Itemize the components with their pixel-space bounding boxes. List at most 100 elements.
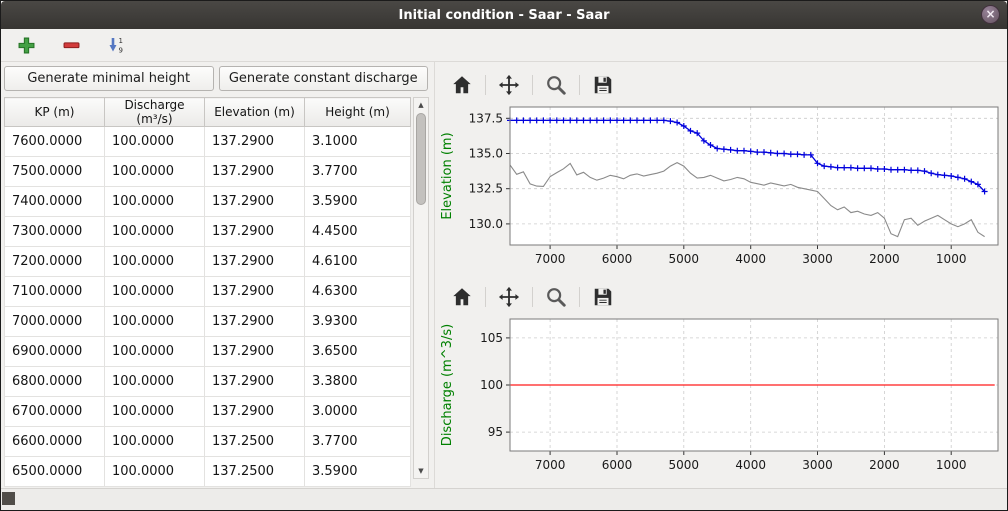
table-cell[interactable]: 4.6100 bbox=[305, 247, 411, 277]
y-tick-label: 105 bbox=[480, 331, 503, 345]
table-cell[interactable]: 100.0000 bbox=[105, 217, 205, 247]
scroll-down-icon[interactable]: ▼ bbox=[414, 464, 428, 478]
table-cell[interactable]: 100.0000 bbox=[105, 367, 205, 397]
table-cell[interactable]: 100.0000 bbox=[105, 337, 205, 367]
y-tick-label: 135.0 bbox=[469, 147, 503, 161]
table-cell[interactable]: 137.2900 bbox=[205, 157, 305, 187]
table-cell[interactable]: 100.0000 bbox=[105, 307, 205, 337]
table-cell[interactable]: 137.2900 bbox=[205, 307, 305, 337]
table-cell[interactable]: 137.2900 bbox=[205, 367, 305, 397]
column-header[interactable]: KP (m) bbox=[5, 98, 105, 127]
table-cell[interactable]: 7300.0000 bbox=[5, 217, 105, 247]
table-cell[interactable]: 137.2900 bbox=[205, 337, 305, 367]
table-cell[interactable]: 3.0000 bbox=[305, 397, 411, 427]
table-cell[interactable]: 3.5900 bbox=[305, 187, 411, 217]
table-cell[interactable]: 3.1000 bbox=[305, 127, 411, 157]
table-cell[interactable]: 7400.0000 bbox=[5, 187, 105, 217]
table-cell[interactable]: 100.0000 bbox=[105, 397, 205, 427]
table-cell[interactable]: 137.2900 bbox=[205, 127, 305, 157]
table-cell[interactable]: 100.0000 bbox=[105, 157, 205, 187]
table-cell[interactable]: 3.7700 bbox=[305, 427, 411, 457]
table-cell[interactable]: 4.4500 bbox=[305, 217, 411, 247]
x-tick-label: 2000 bbox=[869, 458, 900, 472]
add-row-button[interactable] bbox=[14, 33, 38, 57]
discharge-chart[interactable]: 700060005000400030002000100095100105Disc… bbox=[438, 313, 1004, 485]
scrollbar-track[interactable] bbox=[414, 112, 428, 464]
remove-icon bbox=[63, 37, 80, 54]
table-cell[interactable]: 3.3800 bbox=[305, 367, 411, 397]
close-button[interactable]: × bbox=[981, 5, 1000, 24]
table-row[interactable]: 7000.0000100.0000137.29003.9300 bbox=[5, 307, 411, 337]
add-icon bbox=[18, 37, 35, 54]
titlebar[interactable]: Initial condition - Saar - Saar × bbox=[1, 1, 1007, 29]
elevation-zoom-button[interactable] bbox=[540, 72, 572, 98]
table-cell[interactable]: 6700.0000 bbox=[5, 397, 105, 427]
table-cell[interactable]: 7000.0000 bbox=[5, 307, 105, 337]
x-tick-label: 4000 bbox=[735, 252, 766, 266]
table-cell[interactable]: 6900.0000 bbox=[5, 337, 105, 367]
table-cell[interactable]: 7200.0000 bbox=[5, 247, 105, 277]
table-cell[interactable]: 3.7700 bbox=[305, 157, 411, 187]
column-header[interactable]: Elevation (m) bbox=[205, 98, 305, 127]
home-icon bbox=[451, 74, 473, 96]
elevation-pan-button[interactable] bbox=[493, 72, 525, 98]
elevation-chart[interactable]: 7000600050004000300020001000130.0132.513… bbox=[438, 101, 1004, 279]
x-tick-label: 1000 bbox=[936, 252, 967, 266]
table-row[interactable]: 7500.0000100.0000137.29003.7700 bbox=[5, 157, 411, 187]
table-row[interactable]: 6600.0000100.0000137.25003.7700 bbox=[5, 427, 411, 457]
table-cell[interactable]: 3.9300 bbox=[305, 307, 411, 337]
generate-minimal-height-button[interactable]: Generate minimal height bbox=[4, 66, 214, 91]
table-cell[interactable]: 7600.0000 bbox=[5, 127, 105, 157]
discharge-save-button[interactable] bbox=[587, 284, 619, 310]
table-row[interactable]: 6900.0000100.0000137.29003.6500 bbox=[5, 337, 411, 367]
column-header[interactable]: Height (m) bbox=[305, 98, 411, 127]
elevation-save-button[interactable] bbox=[587, 72, 619, 98]
table-cell[interactable]: 6800.0000 bbox=[5, 367, 105, 397]
table-cell[interactable]: 137.2900 bbox=[205, 247, 305, 277]
table-cell[interactable]: 137.2500 bbox=[205, 457, 305, 487]
table-cell[interactable]: 3.5900 bbox=[305, 457, 411, 487]
x-tick-label: 5000 bbox=[669, 458, 700, 472]
table-cell[interactable]: 137.2900 bbox=[205, 397, 305, 427]
table-row[interactable]: 7600.0000100.0000137.29003.1000 bbox=[5, 127, 411, 157]
table-row[interactable]: 7400.0000100.0000137.29003.5900 bbox=[5, 187, 411, 217]
table-row[interactable]: 7300.0000100.0000137.29004.4500 bbox=[5, 217, 411, 247]
discharge-home-button[interactable] bbox=[446, 284, 478, 310]
table-cell[interactable]: 100.0000 bbox=[105, 457, 205, 487]
zoom-icon bbox=[545, 74, 567, 96]
table-cell[interactable]: 4.6300 bbox=[305, 277, 411, 307]
discharge-plot-toolbar bbox=[438, 283, 1007, 311]
x-tick-label: 3000 bbox=[802, 458, 833, 472]
table-cell[interactable]: 100.0000 bbox=[105, 187, 205, 217]
table-cell[interactable]: 6600.0000 bbox=[5, 427, 105, 457]
toolbar-separator bbox=[485, 75, 486, 95]
table-cell[interactable]: 100.0000 bbox=[105, 247, 205, 277]
table-cell[interactable]: 3.6500 bbox=[305, 337, 411, 367]
elevation-home-button[interactable] bbox=[446, 72, 478, 98]
table-row[interactable]: 6500.0000100.0000137.25003.5900 bbox=[5, 457, 411, 487]
generate-constant-discharge-button[interactable]: Generate constant discharge bbox=[219, 66, 429, 91]
discharge-zoom-button[interactable] bbox=[540, 284, 572, 310]
table-cell[interactable]: 137.2900 bbox=[205, 277, 305, 307]
table-cell[interactable]: 137.2500 bbox=[205, 427, 305, 457]
scroll-up-icon[interactable]: ▲ bbox=[414, 98, 428, 112]
remove-row-button[interactable] bbox=[59, 33, 83, 57]
column-header[interactable]: Discharge (m³/s) bbox=[105, 98, 205, 127]
table-cell[interactable]: 100.0000 bbox=[105, 127, 205, 157]
discharge-pan-button[interactable] bbox=[493, 284, 525, 310]
table-row[interactable]: 6700.0000100.0000137.29003.0000 bbox=[5, 397, 411, 427]
table-cell[interactable]: 100.0000 bbox=[105, 427, 205, 457]
x-tick-label: 7000 bbox=[535, 458, 566, 472]
table-row[interactable]: 6800.0000100.0000137.29003.3800 bbox=[5, 367, 411, 397]
table-scrollbar[interactable]: ▲ ▼ bbox=[413, 97, 429, 479]
table-cell[interactable]: 137.2900 bbox=[205, 187, 305, 217]
scrollbar-thumb[interactable] bbox=[416, 113, 426, 205]
table-cell[interactable]: 7500.0000 bbox=[5, 157, 105, 187]
table-cell[interactable]: 7100.0000 bbox=[5, 277, 105, 307]
table-cell[interactable]: 6500.0000 bbox=[5, 457, 105, 487]
table-cell[interactable]: 100.0000 bbox=[105, 277, 205, 307]
table-cell[interactable]: 137.2900 bbox=[205, 217, 305, 247]
table-row[interactable]: 7100.0000100.0000137.29004.6300 bbox=[5, 277, 411, 307]
table-row[interactable]: 7200.0000100.0000137.29004.6100 bbox=[5, 247, 411, 277]
sort-rows-button[interactable]: 1 9 bbox=[104, 33, 128, 57]
